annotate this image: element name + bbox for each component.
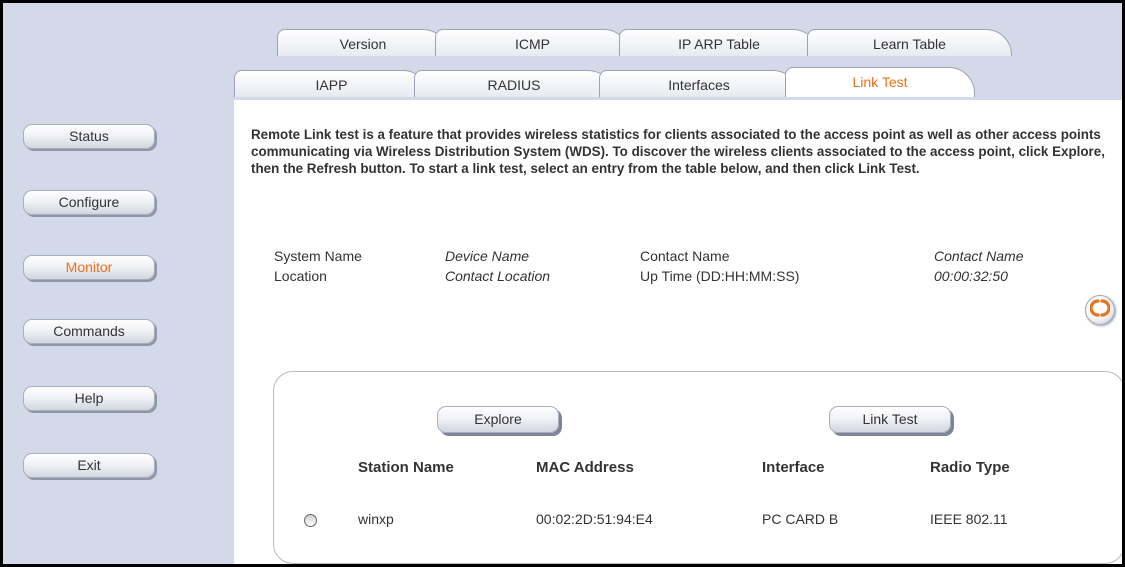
tab-learn-table[interactable]: Learn Table [807, 29, 1012, 56]
location-value: Contact Location [445, 268, 551, 284]
uptime-value: 00:00:32:50 [934, 268, 1008, 284]
main-content: Remote Link test is a feature that provi… [234, 100, 1122, 564]
cell-station-name: winxp [358, 511, 394, 527]
sidebar-item-configure[interactable]: Configure [23, 190, 155, 215]
explore-button[interactable]: Explore [437, 406, 559, 433]
system-name-value: Device Name [445, 248, 530, 264]
system-name-label: System Name [274, 248, 362, 264]
column-header-interface: Interface [762, 459, 825, 476]
tab-iapp[interactable]: IAPP [234, 70, 429, 97]
row-select-radio[interactable] [304, 514, 317, 527]
cell-interface: PC CARD B [762, 511, 839, 527]
tab-ip-arp-table[interactable]: IP ARP Table [619, 29, 819, 56]
tab-icmp[interactable]: ICMP [435, 29, 630, 56]
column-header-station-name: Station Name [358, 459, 454, 476]
intro-text: Remote Link test is a feature that provi… [251, 127, 1105, 176]
app-window: Status Configure Monitor Commands Help E… [0, 0, 1125, 567]
tab-link-test[interactable]: Link Test [785, 67, 975, 97]
sidebar-item-monitor[interactable]: Monitor [23, 255, 155, 280]
tab-version[interactable]: Version [277, 29, 449, 56]
sidebar-item-help[interactable]: Help [23, 386, 155, 411]
station-panel: Explore Link Test Station Name MAC Addre… [273, 371, 1122, 564]
tab-interfaces[interactable]: Interfaces [599, 70, 799, 97]
uptime-label: Up Time (DD:HH:MM:SS) [640, 268, 800, 284]
column-header-radio-type: Radio Type [930, 459, 1010, 476]
refresh-icon [1089, 298, 1111, 323]
contact-name-label: Contact Name [640, 248, 730, 264]
sidebar-item-commands[interactable]: Commands [23, 319, 155, 344]
refresh-button[interactable] [1085, 295, 1115, 325]
column-header-mac-address: MAC Address [536, 459, 634, 476]
location-label: Location [274, 268, 327, 284]
link-test-button[interactable]: Link Test [829, 406, 951, 433]
cell-mac-address: 00:02:2D:51:94:E4 [536, 511, 653, 527]
tab-bar: Version ICMP IP ARP Table Learn Table IA… [234, 3, 1122, 101]
sidebar-item-exit[interactable]: Exit [23, 453, 155, 478]
cell-radio-type: IEEE 802.11 [930, 511, 1008, 527]
tab-radius[interactable]: RADIUS [414, 70, 614, 97]
sidebar-item-status[interactable]: Status [23, 124, 155, 149]
contact-name-value: Contact Name [934, 248, 1024, 264]
sidebar: Status Configure Monitor Commands Help E… [3, 3, 234, 564]
